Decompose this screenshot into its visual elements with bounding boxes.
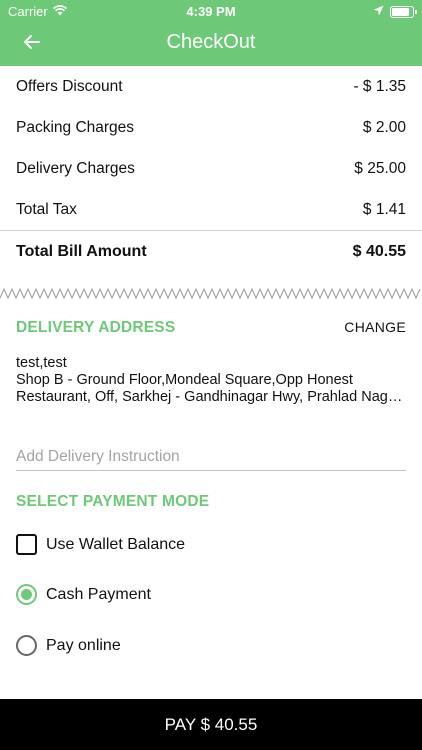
address-text: Shop B - Ground Floor,Mondeal Square,Opp… xyxy=(16,372,404,405)
summary-label: Total Tax xyxy=(16,200,77,218)
summary-value: $ 25.00 xyxy=(354,159,406,177)
summary-label: Delivery Charges xyxy=(16,159,135,177)
status-bar: Carrier 4:39 PM xyxy=(0,0,422,22)
delivery-address-title: DELIVERY ADDRESS xyxy=(16,319,176,336)
total-label: Total Bill Amount xyxy=(16,242,147,260)
summary-row-total-bill: Total Bill Amount $ 40.55 xyxy=(0,231,422,272)
page-title: CheckOut xyxy=(166,31,256,53)
summary-row-packing-charges: Packing Charges $ 2.00 xyxy=(0,107,422,148)
wallet-balance-option[interactable]: Use Wallet Balance xyxy=(16,534,185,555)
location-arrow-icon xyxy=(373,4,384,19)
delivery-instruction-input[interactable] xyxy=(16,444,406,471)
cash-label: Cash Payment xyxy=(46,585,151,603)
online-radio[interactable] xyxy=(16,635,37,656)
online-label: Pay online xyxy=(46,636,121,654)
summary-value: $ 2.00 xyxy=(362,118,406,136)
total-value: $ 40.55 xyxy=(352,242,406,260)
status-time: 4:39 PM xyxy=(186,4,236,19)
status-right-group xyxy=(373,4,417,19)
summary-row-total-tax: Total Tax $ 1.41 xyxy=(0,189,422,230)
summary-row-offers-discount: Offers Discount - $ 1.35 xyxy=(0,66,422,107)
pay-button[interactable]: PAY $ 40.55 xyxy=(0,699,422,750)
summary-label: Packing Charges xyxy=(16,118,135,136)
delivery-address-block: test,test Shop B - Ground Floor,Mondeal … xyxy=(16,355,408,406)
summary-label: Offers Discount xyxy=(16,77,123,95)
bill-summary: Offers Discount - $ 1.35 Packing Charges… xyxy=(0,66,422,272)
payment-mode-title: SELECT PAYMENT MODE xyxy=(16,493,210,510)
summary-value: $ 1.41 xyxy=(362,200,406,218)
summary-value: - $ 1.35 xyxy=(353,77,406,95)
receipt-tear-zigzag xyxy=(0,287,421,300)
pay-online-option[interactable]: Pay online xyxy=(16,635,121,656)
battery-icon xyxy=(390,5,417,18)
summary-row-delivery-charges: Delivery Charges $ 25.00 xyxy=(0,148,422,189)
address-name: test,test xyxy=(16,355,67,371)
change-address-button[interactable]: CHANGE xyxy=(344,319,406,335)
wallet-checkbox[interactable] xyxy=(16,534,37,555)
app-header: Carrier 4:39 PM CheckOut xyxy=(0,0,422,66)
wallet-label: Use Wallet Balance xyxy=(46,535,186,553)
cash-payment-option[interactable]: Cash Payment xyxy=(16,584,151,605)
cash-radio[interactable] xyxy=(16,584,37,605)
